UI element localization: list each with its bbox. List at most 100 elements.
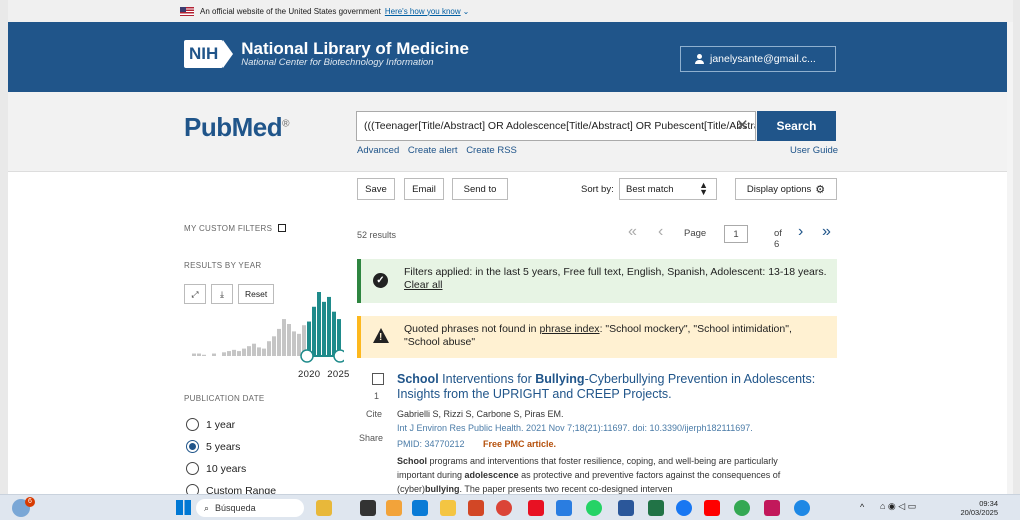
histogram-bar (227, 351, 231, 356)
display-options-button[interactable]: Display options ⚙ (735, 178, 837, 200)
widgets-icon[interactable] (316, 500, 332, 516)
last-page-icon[interactable]: » (822, 223, 831, 241)
send-to-button[interactable]: Send to (452, 178, 508, 200)
histogram-bar (242, 348, 246, 356)
clock-time: 09:34 (979, 499, 998, 508)
radio-10-years[interactable] (186, 462, 199, 475)
results-count: 52 results (357, 230, 397, 240)
excel-icon[interactable] (648, 500, 664, 516)
clear-search-icon[interactable]: ✕ (736, 116, 749, 134)
search-icon: ⌕ (204, 502, 210, 513)
tray-icons[interactable]: ⌂ ◉ ◁ ▭ (880, 501, 916, 512)
facebook-icon[interactable] (676, 500, 692, 516)
free-pmc-badge: Free PMC article. (483, 439, 557, 449)
sort-select[interactable]: Best match ▲ ▼ (619, 178, 717, 200)
radio-label: Custom Range (206, 484, 277, 495)
cite-button[interactable]: Cite (366, 409, 382, 419)
first-page-icon: « (628, 223, 637, 240)
advanced-link[interactable]: Advanced (357, 145, 399, 156)
app-icon[interactable] (764, 500, 780, 516)
external-link-icon (278, 224, 287, 232)
title-highlight: School (397, 372, 439, 386)
result-pmid: PMID: 34770212 (397, 439, 465, 449)
search-input[interactable]: (((Teenager[Title/Abstract] OR Adolescen… (356, 111, 756, 141)
snippet-highlight: School (397, 456, 428, 466)
tray-chevron-icon[interactable]: ^ (860, 502, 864, 512)
notification-badge: 6 (25, 497, 35, 507)
search-links: Advanced Create alert Create RSS (357, 145, 523, 156)
create-rss-link[interactable]: Create RSS (466, 145, 517, 156)
app-icon[interactable] (468, 500, 484, 516)
whatsapp-icon[interactable] (586, 500, 602, 516)
page-number-input[interactable]: 1 (724, 225, 748, 243)
word-icon[interactable] (618, 500, 634, 516)
user-guide-link[interactable]: User Guide (790, 145, 838, 156)
share-button[interactable]: Share (359, 433, 383, 443)
edge-icon[interactable] (412, 500, 428, 516)
date-option-5-years[interactable]: 5 years (186, 440, 240, 453)
check-circle-icon: ✓ (373, 273, 388, 288)
email-button[interactable]: Email (404, 178, 444, 200)
filters-applied-alert: ✓ Filters applied: in the last 5 years, … (357, 259, 837, 303)
task-view-icon[interactable] (360, 500, 376, 516)
result-checkbox[interactable] (372, 373, 384, 385)
result-title-link[interactable]: School Interventions for Bullying-Cyberb… (397, 372, 817, 402)
ncbi-subtitle: National Center for Biotechnology Inform… (241, 57, 434, 68)
filters-applied-text: Filters applied: in the last 5 years, Fr… (404, 266, 827, 278)
radio-custom-range[interactable] (186, 484, 199, 494)
title-highlight: Bullying (535, 372, 585, 386)
file-explorer-icon[interactable] (440, 500, 456, 516)
histogram-start-handle[interactable] (300, 349, 314, 363)
account-button[interactable]: janelysante@gmail.c... (680, 46, 836, 72)
updown-icon: ▲ ▼ (699, 180, 708, 197)
heres-how-you-know-link[interactable]: Here's how you know (385, 7, 461, 16)
page-scrollbar[interactable] (1007, 22, 1013, 494)
taskbar-search[interactable]: ⌕ Búsqueda (196, 499, 304, 517)
histogram-bar (202, 354, 206, 356)
logo-registered: ® (282, 118, 289, 130)
app-icon[interactable] (386, 500, 402, 516)
histogram-bar (297, 333, 301, 356)
create-alert-link[interactable]: Create alert (408, 145, 458, 156)
browser-page: An official website of the United States… (8, 0, 1013, 494)
search-button[interactable]: Search (757, 111, 836, 141)
phrase-index-link[interactable]: phrase index (539, 323, 599, 335)
pubmed-logo[interactable]: PubMed® (184, 112, 289, 143)
taskbar-clock[interactable]: 09:34 20/03/2025 (960, 499, 998, 517)
results-by-year-histogram[interactable] (184, 286, 344, 368)
next-page-icon[interactable]: › (798, 223, 803, 241)
histogram-bar (277, 328, 281, 356)
app-icon[interactable] (556, 500, 572, 516)
histogram-end-handle[interactable] (333, 349, 344, 363)
radio-label: 5 years (206, 440, 241, 453)
histogram-bar (197, 353, 201, 356)
result-snippet: School programs and interventions that f… (397, 454, 817, 494)
histogram-bar (237, 351, 241, 356)
radio-5-years[interactable] (186, 440, 199, 453)
radio-1-year[interactable] (186, 418, 199, 431)
date-option-10-years[interactable]: 10 years (186, 462, 246, 475)
date-option-custom-range[interactable]: Custom Range (186, 484, 276, 494)
clear-all-link[interactable]: Clear all (404, 279, 443, 291)
user-icon (695, 54, 704, 64)
date-option-1-year[interactable]: 1 year (186, 418, 235, 431)
gov-banner-text: An official website of the United States… (200, 6, 381, 16)
year-end: 2025 (327, 369, 350, 380)
chrome-icon[interactable] (496, 500, 512, 516)
nih-abbrev: NIH (184, 40, 224, 68)
us-flag-icon (180, 6, 194, 16)
save-button[interactable]: Save (357, 178, 395, 200)
app-icon[interactable] (794, 500, 810, 516)
nih-logo[interactable]: NIH National Library of Medicine Nationa… (184, 40, 469, 68)
clock-date: 20/03/2025 (960, 508, 998, 517)
my-custom-filters[interactable]: MY CUSTOM FILTERS (184, 224, 287, 233)
results-by-year-label: RESULTS BY YEAR (184, 261, 262, 270)
app-icon[interactable] (528, 500, 544, 516)
nih-chevron-icon (223, 40, 234, 68)
youtube-icon[interactable] (704, 500, 720, 516)
chrome-profile-icon[interactable] (734, 500, 750, 516)
histogram-bar (312, 306, 316, 356)
histogram-bar (247, 346, 251, 356)
histogram-bar (322, 301, 326, 356)
windows-start-icon[interactable] (176, 500, 191, 515)
